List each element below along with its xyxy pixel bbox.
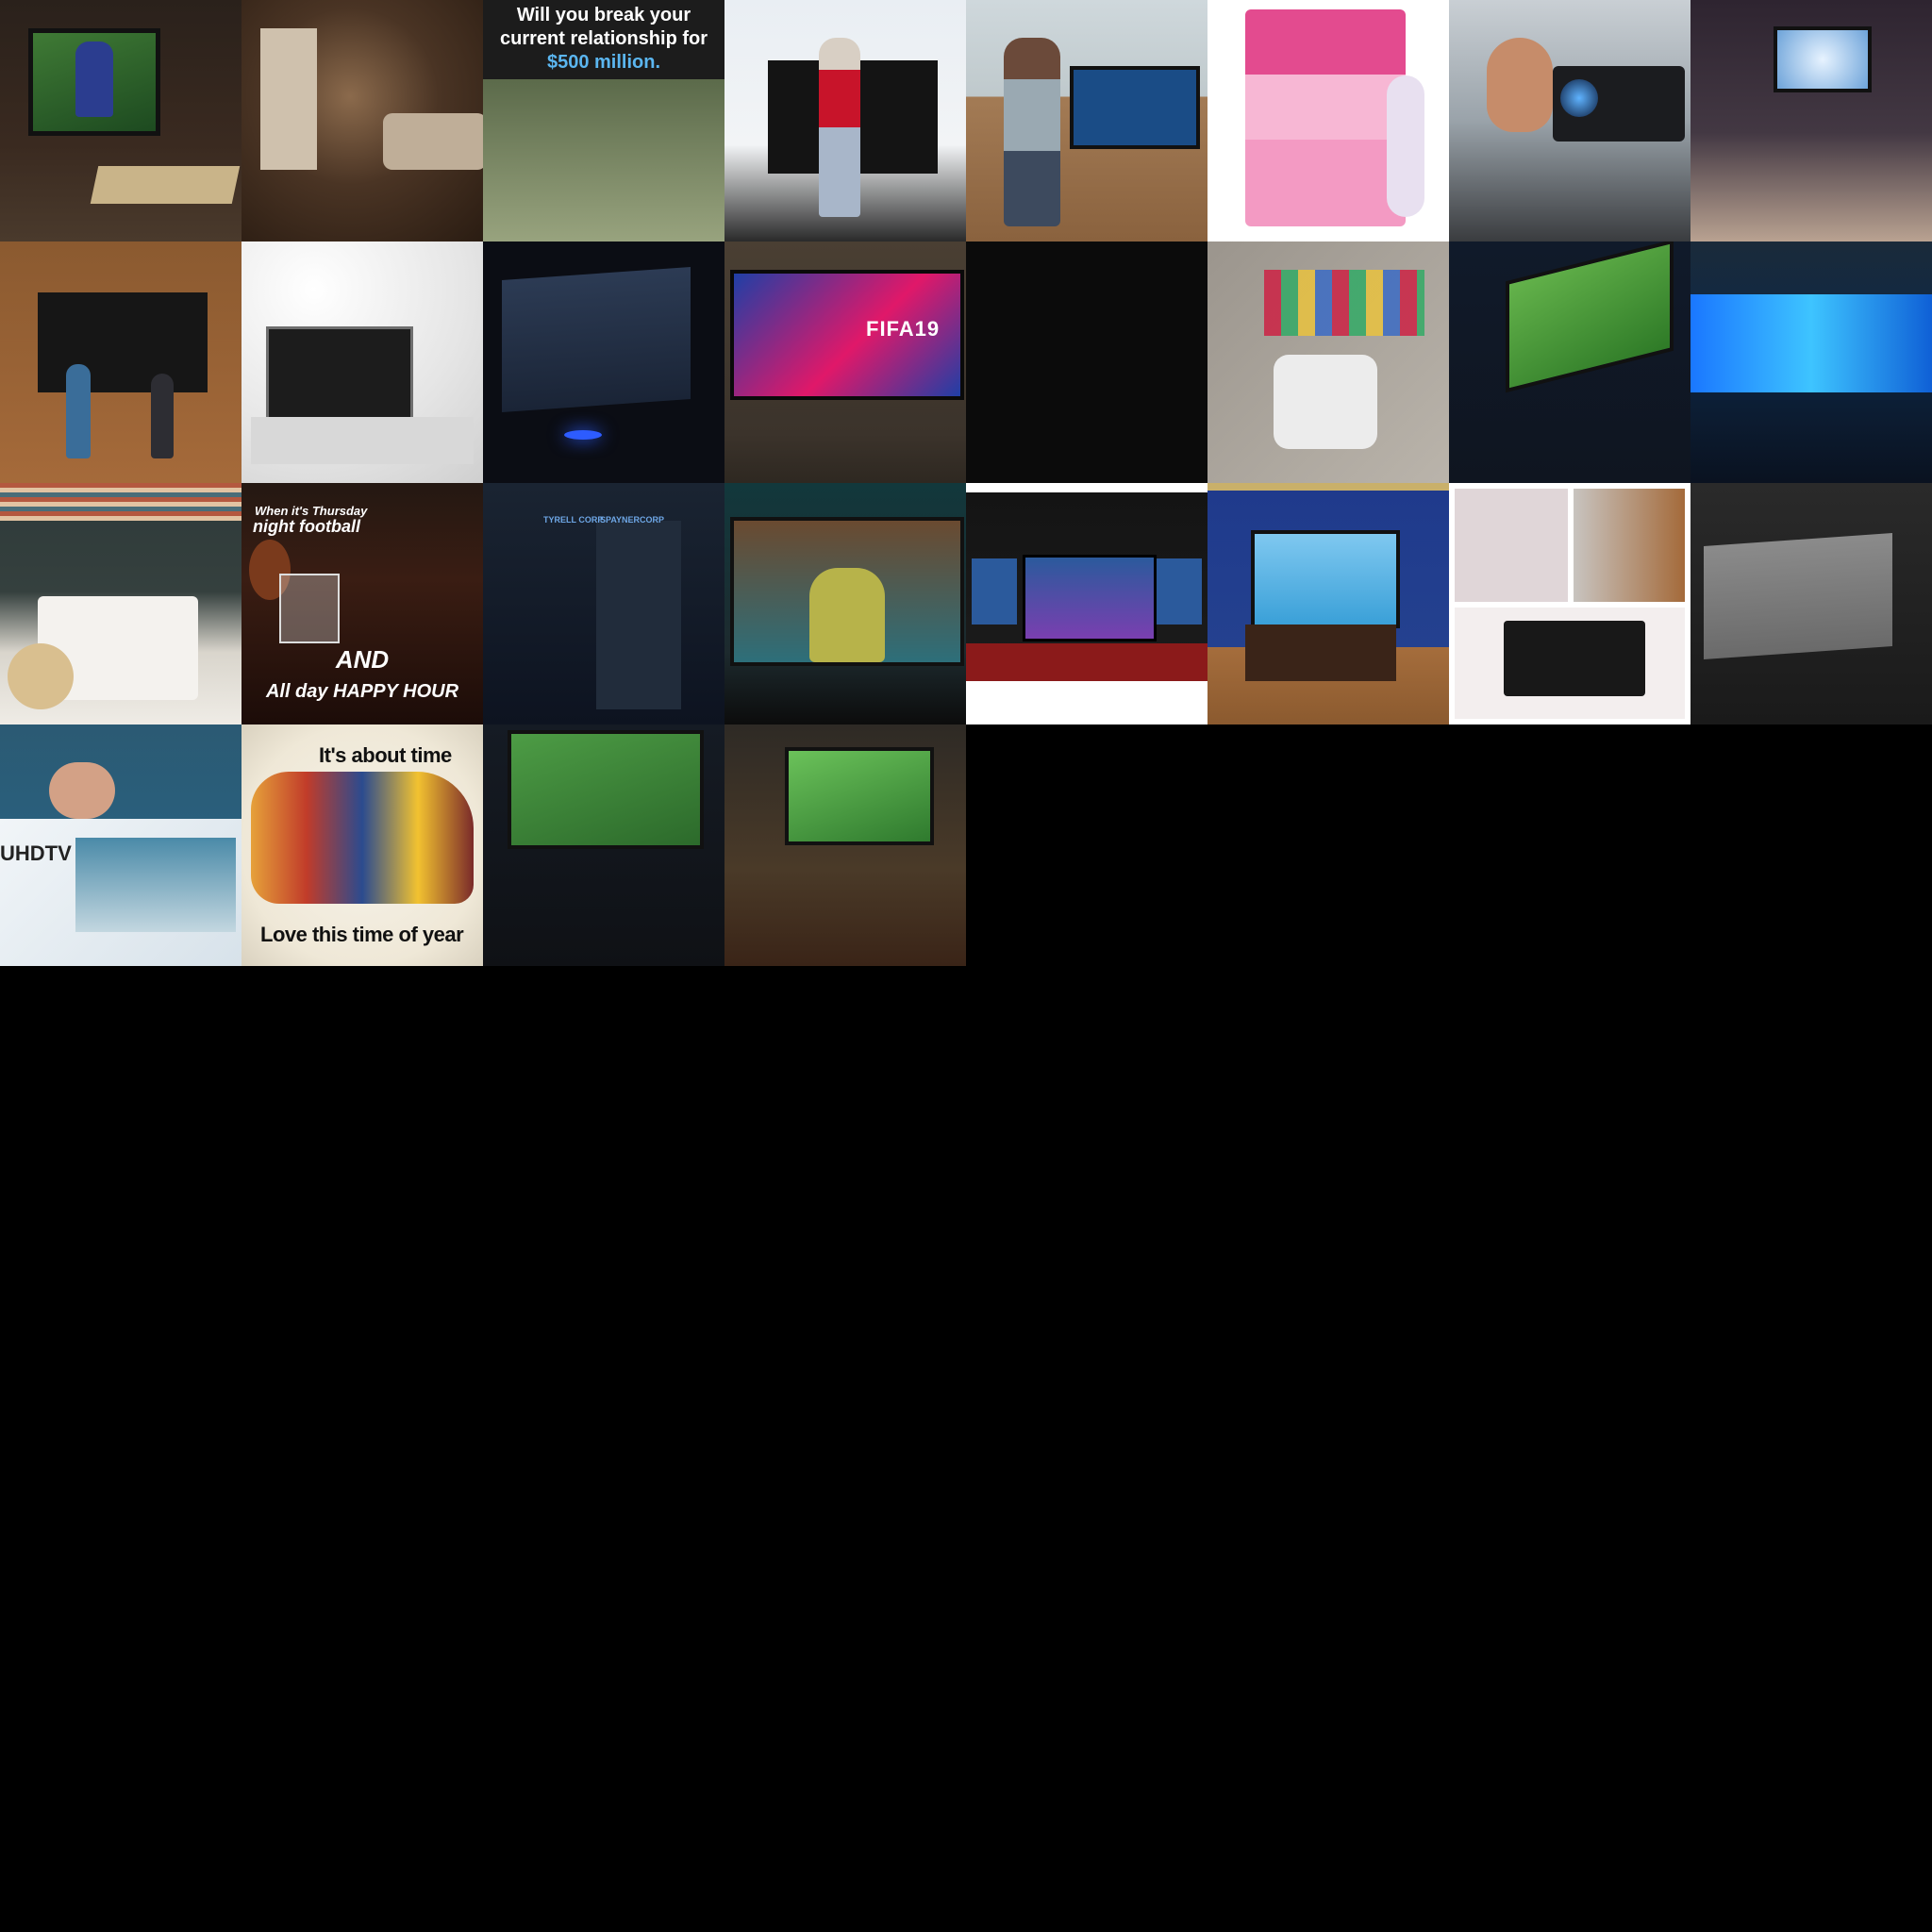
tv-screen-right xyxy=(1157,558,1202,625)
dollhouse-slide xyxy=(1387,75,1424,217)
tv-stand xyxy=(251,417,474,464)
meme-caption: Will you break your current relationship… xyxy=(499,5,708,73)
photo-tile[interactable]: It's about time Love this time of year xyxy=(242,724,483,966)
photo-tile[interactable]: Will you break your current relationship… xyxy=(483,0,724,242)
photo-tile[interactable] xyxy=(1449,483,1690,724)
tv-screen xyxy=(1774,26,1872,92)
photo-tile[interactable] xyxy=(1690,483,1932,724)
photo-tile[interactable] xyxy=(1208,483,1449,724)
tv-screen xyxy=(266,326,413,426)
photo-tile[interactable] xyxy=(0,242,242,483)
person-figure xyxy=(819,38,860,217)
photo-tile[interactable] xyxy=(724,483,966,724)
person-figure xyxy=(809,568,885,662)
photo-tile[interactable] xyxy=(966,242,1208,483)
photo-tile[interactable] xyxy=(966,483,1208,724)
box-label: UHDTV xyxy=(0,841,72,865)
game-cases xyxy=(1264,270,1424,336)
us-map xyxy=(251,772,474,904)
photo-tile[interactable] xyxy=(724,724,966,966)
tv-screen-left xyxy=(972,558,1017,625)
photo-tile[interactable] xyxy=(0,483,242,724)
room-photo xyxy=(1455,489,1568,602)
meme-highlight: $500 million. xyxy=(546,52,661,73)
meme-title: It's about time xyxy=(319,743,452,767)
coffee-table xyxy=(90,166,241,204)
projector-lens xyxy=(1560,79,1598,117)
tv-screen xyxy=(38,292,208,392)
photo-tile[interactable]: FIFA19 xyxy=(724,242,966,483)
meme-line-1: When it's Thursday xyxy=(255,504,368,518)
photo-tile[interactable] xyxy=(483,242,724,483)
child-figure xyxy=(66,364,91,458)
photo-tile[interactable] xyxy=(1208,242,1449,483)
photo-tile[interactable]: UHDTV xyxy=(0,724,242,966)
tv-screen xyxy=(785,747,934,845)
building xyxy=(596,521,681,709)
game-title: FIFA19 xyxy=(866,317,941,341)
bar-counter xyxy=(966,643,1208,681)
photo-grid: Will you break your current relationship… xyxy=(0,0,1932,966)
photo-tile[interactable] xyxy=(483,724,724,966)
photo-tile[interactable] xyxy=(0,0,242,242)
photo-tile[interactable] xyxy=(1690,0,1932,242)
person-figure xyxy=(1004,38,1060,226)
tv-screen-center xyxy=(1023,555,1157,641)
meme-line-3: AND xyxy=(335,645,390,674)
neon-sign: TYRELL CORP xyxy=(543,515,604,525)
photo-tile[interactable] xyxy=(966,0,1208,242)
photo-tile[interactable] xyxy=(242,242,483,483)
meme-subtitle: Love this time of year xyxy=(260,923,464,946)
tv-screen xyxy=(1690,294,1932,392)
tv-screen xyxy=(1070,66,1200,149)
photo-tile[interactable] xyxy=(1208,0,1449,242)
tv-screen xyxy=(508,730,704,849)
striped-wall xyxy=(0,483,242,521)
room-photo xyxy=(1574,489,1685,602)
person-face xyxy=(1487,38,1553,132)
player-figure xyxy=(75,42,113,117)
neon-sign: SPAYNERCORP xyxy=(600,515,665,525)
meme-line-4: All day HAPPY HOUR xyxy=(265,681,459,702)
tv-stand xyxy=(1245,625,1396,681)
tv-screen xyxy=(1506,242,1674,393)
meme-line-2: night football xyxy=(253,517,360,536)
photo-tile[interactable] xyxy=(1449,0,1690,242)
photo-tile[interactable] xyxy=(1449,242,1690,483)
blue-light xyxy=(564,430,602,440)
wii-accessories xyxy=(1274,355,1377,449)
child-figure xyxy=(151,374,174,458)
photo-tile[interactable] xyxy=(724,0,966,242)
shot-glass xyxy=(279,574,340,643)
tv-screen xyxy=(1504,621,1645,696)
photo-tile[interactable] xyxy=(1690,242,1932,483)
photo-tile[interactable]: TYRELL CORP SPAYNERCORP xyxy=(483,483,724,724)
photo-tile[interactable] xyxy=(242,0,483,242)
dollhouse xyxy=(1245,9,1406,226)
plush-toy xyxy=(8,643,74,709)
cabinet xyxy=(260,28,317,170)
tv-screen xyxy=(75,838,236,932)
sofa xyxy=(383,113,483,170)
tv-screen xyxy=(1704,533,1892,659)
projection-screen xyxy=(502,267,691,412)
person-face xyxy=(49,762,115,819)
tv-screen xyxy=(1251,530,1400,628)
photo-tile[interactable]: When it's Thursday night football AND Al… xyxy=(242,483,483,724)
